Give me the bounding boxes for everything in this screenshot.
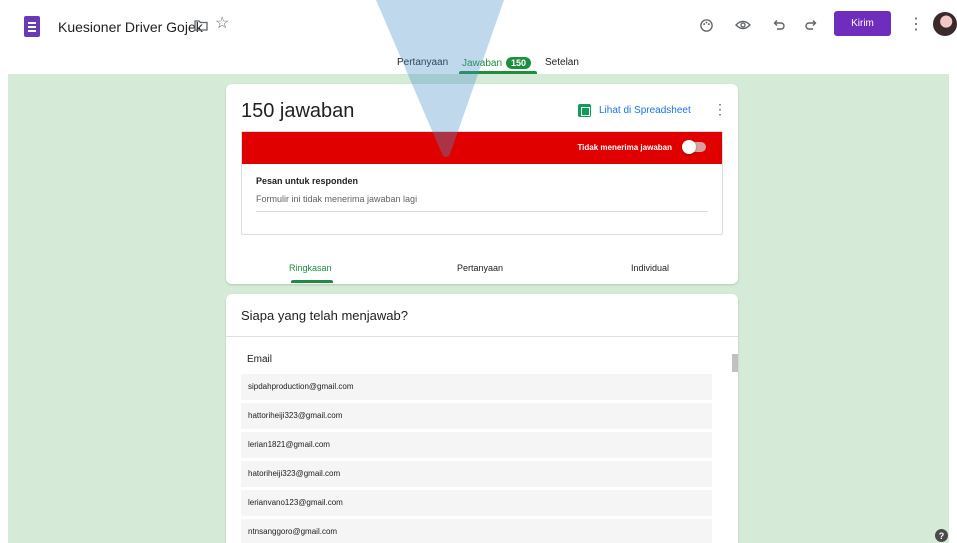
email-row: hatoriheiji323@gmail.com xyxy=(241,461,712,487)
preview-eye-icon[interactable] xyxy=(732,14,754,36)
help-icon[interactable]: ? xyxy=(935,529,948,542)
active-subtab-indicator xyxy=(291,280,333,283)
accepting-toggle[interactable] xyxy=(682,140,696,154)
view-spreadsheet-link[interactable]: Lihat di Spreadsheet xyxy=(578,104,691,117)
undo-icon[interactable] xyxy=(768,14,790,36)
email-row: hattoriheiji323@gmail.com xyxy=(241,403,712,429)
folder-icon[interactable] xyxy=(194,18,208,32)
subtab-questions[interactable]: Pertanyaan xyxy=(457,263,503,273)
respondent-message-label: Pesan untuk responden xyxy=(256,176,359,186)
subtab-individual[interactable]: Individual xyxy=(631,263,669,273)
send-button[interactable]: Kirim xyxy=(834,11,891,36)
star-icon[interactable]: ☆ xyxy=(215,16,229,32)
email-row: ntnsanggoro@gmail.com xyxy=(241,519,712,543)
email-row: lerianvano123@gmail.com xyxy=(241,490,712,516)
who-responded-title: Siapa yang telah menjawab? xyxy=(241,308,408,323)
more-vert-icon[interactable]: ⋮ xyxy=(908,14,924,34)
form-title[interactable]: Kuesioner Driver Gojek xyxy=(58,19,203,35)
email-list: sipdahproduction@gmail.com hattoriheiji3… xyxy=(241,374,712,543)
palette-icon[interactable] xyxy=(695,14,717,36)
avatar[interactable] xyxy=(933,12,957,36)
cursor-highlight-overlay xyxy=(376,0,504,157)
accepting-status-label: Tidak menerima jawaban xyxy=(577,143,672,152)
who-responded-card: Siapa yang telah menjawab? Email sipdahp… xyxy=(226,294,738,543)
forms-logo-icon[interactable] xyxy=(24,16,40,37)
respondent-message-input[interactable]: Formulir ini tidak menerima jawaban lagi xyxy=(256,194,708,212)
scrollbar[interactable] xyxy=(732,354,738,372)
response-count: 150 jawaban xyxy=(241,100,355,122)
view-spreadsheet-label: Lihat di Spreadsheet xyxy=(599,105,691,116)
email-row: sipdahproduction@gmail.com xyxy=(241,374,712,400)
email-row: lerian1821@gmail.com xyxy=(241,432,712,458)
more-options-icon[interactable]: ⋮ xyxy=(713,101,727,118)
sheets-icon xyxy=(578,104,591,117)
divider xyxy=(226,336,738,337)
subtab-summary[interactable]: Ringkasan xyxy=(289,263,332,273)
tab-settings[interactable]: Setelan xyxy=(545,57,579,68)
email-column-header: Email xyxy=(247,354,273,365)
redo-icon[interactable] xyxy=(800,14,822,36)
